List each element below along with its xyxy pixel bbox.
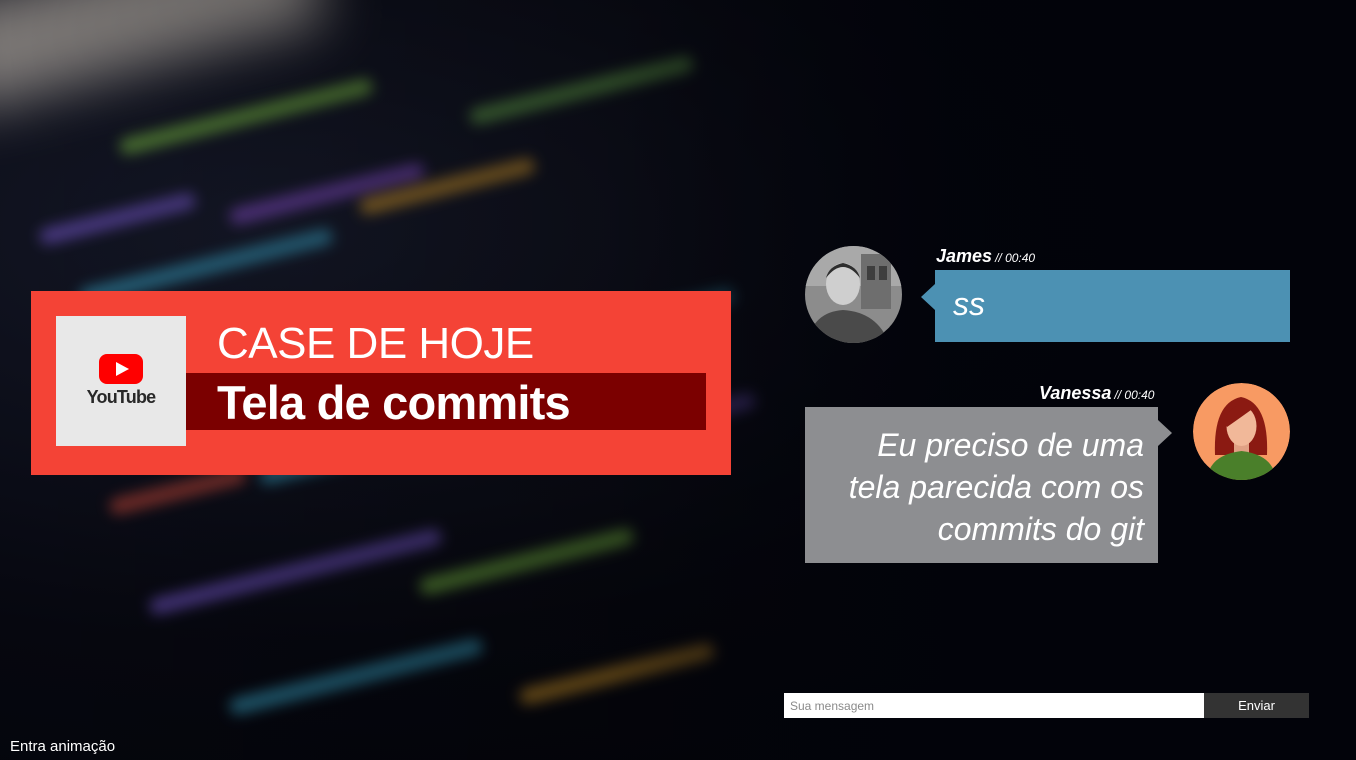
send-button[interactable]: Enviar	[1204, 693, 1309, 718]
case-title: Tela de commits	[217, 376, 571, 429]
message-author: James	[936, 246, 993, 266]
case-kicker: CASE DE HOJE	[217, 319, 534, 368]
avatar-vanessa	[1193, 383, 1290, 480]
message-composer: Enviar	[784, 693, 1309, 718]
message-bubble-james: ss	[921, 270, 1290, 342]
message-meta-vanessa: Vanessa// 00:40	[1039, 383, 1154, 404]
message-meta-james: James// 00:40	[936, 246, 1035, 267]
message-input[interactable]	[784, 693, 1204, 718]
youtube-wordmark: YouTube	[86, 387, 157, 407]
animation-trigger-link[interactable]: Entra animação	[10, 738, 115, 755]
avatar-james	[805, 246, 902, 343]
case-title-card: YouTube CASE DE HOJE Tela de commits	[31, 291, 731, 475]
message-time: // 00:40	[1114, 388, 1155, 402]
message-time: // 00:40	[995, 251, 1036, 265]
female-avatar-icon	[1193, 383, 1290, 480]
case-title-bar: Tela de commits	[186, 373, 706, 430]
message-author: Vanessa	[1039, 383, 1112, 403]
youtube-logo: YouTube	[56, 316, 186, 446]
youtube-play-icon	[99, 354, 143, 384]
message-bubble-vanessa: Eu preciso de uma tela parecida com os c…	[805, 407, 1172, 563]
avatar-photo-icon	[805, 246, 902, 343]
